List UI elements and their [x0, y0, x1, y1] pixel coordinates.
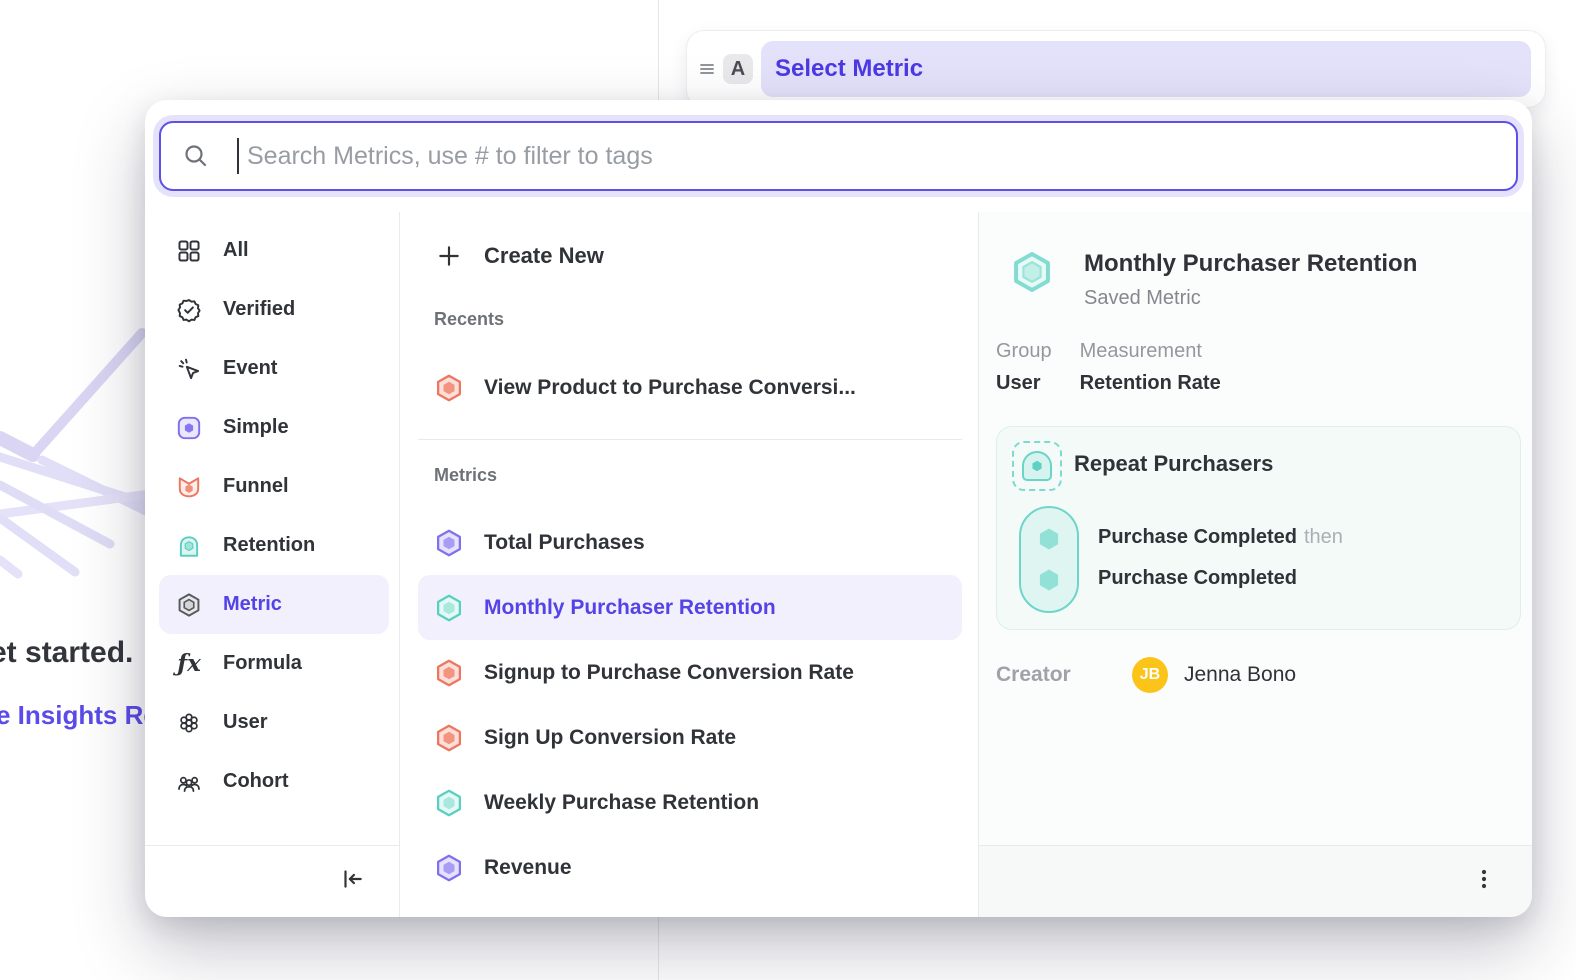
retention-metric-icon: [434, 788, 464, 818]
measurement-field: Measurement Retention Rate: [1080, 340, 1221, 395]
funnel-metric-icon: [434, 723, 464, 753]
metric-item-label: Signup to Purchase Conversion Rate: [484, 661, 854, 685]
sidebar-item-simple[interactable]: Simple: [159, 398, 389, 457]
metric-item-revenue[interactable]: Revenue: [418, 835, 962, 900]
creator-name: Jenna Bono: [1184, 663, 1296, 687]
details-title: Monthly Purchaser Retention: [1084, 250, 1417, 278]
retention-metric-icon: [174, 533, 204, 559]
simple-metric-icon: [434, 853, 464, 883]
cursor-click-icon: [174, 356, 204, 382]
sidebar-item-metric[interactable]: Metric: [159, 575, 389, 634]
sidebar-item-retention[interactable]: Retention: [159, 516, 389, 575]
group-value: User: [996, 372, 1052, 395]
metric-row-card: A Select Metric: [686, 30, 1546, 108]
recent-metric-item[interactable]: View Product to Purchase Conversi...: [418, 356, 962, 420]
metric-list-column: Create New Recents View Product to Purch…: [400, 212, 978, 917]
sidebar-item-label: Event: [223, 357, 277, 380]
drag-handle-icon[interactable]: [697, 58, 717, 80]
sidebar-item-label: Formula: [223, 652, 302, 675]
details-subtitle: Saved Metric: [1084, 287, 1417, 310]
search-icon: [181, 141, 211, 171]
metric-definition-card: Repeat Purchasers Purchase Completedthen…: [996, 426, 1521, 630]
metric-item-label: Revenue: [484, 856, 572, 880]
simple-metric-icon: [174, 415, 204, 441]
creator-label: Creator: [996, 663, 1132, 687]
more-options-kebab-icon[interactable]: [1472, 867, 1496, 896]
metric-item-sign-up-conversion-rate[interactable]: Sign Up Conversion Rate: [418, 705, 962, 770]
sidebar-item-label: Simple: [223, 416, 289, 439]
grid-icon: [174, 238, 204, 264]
select-metric-label: Select Metric: [775, 55, 923, 83]
retention-steps-capsule: [1019, 506, 1079, 613]
select-metric-button[interactable]: Select Metric: [761, 41, 1531, 97]
retention-metric-icon: [434, 593, 464, 623]
funnel-metric-icon: [434, 658, 464, 688]
metric-hexagon-icon: [174, 592, 204, 618]
metric-item-monthly-purchaser-retention[interactable]: Monthly Purchaser Retention: [418, 575, 962, 640]
list-section-divider: [418, 439, 962, 440]
sidebar-item-label: Cohort: [223, 770, 289, 793]
verified-badge-icon: [174, 297, 204, 323]
metric-item-label: Monthly Purchaser Retention: [484, 596, 776, 620]
sidebar-item-funnel[interactable]: Funnel: [159, 457, 389, 516]
sidebar-item-label: User: [223, 711, 267, 734]
definition-step-2: Purchase Completed: [1098, 567, 1343, 591]
user-cluster-icon: [174, 710, 204, 736]
group-label: Group: [996, 340, 1052, 363]
retention-metric-large-icon: [1010, 250, 1054, 299]
definition-title: Repeat Purchasers: [1074, 451, 1273, 477]
sidebar-item-cohort[interactable]: Cohort: [159, 752, 389, 811]
sidebar-item-label: Verified: [223, 298, 295, 321]
background-link-fragment[interactable]: e Insights Re: [0, 700, 158, 731]
funnel-metric-icon: [434, 373, 464, 403]
formula-fx-icon: ƒx: [174, 652, 204, 675]
sidebar-item-label: Funnel: [223, 475, 289, 498]
recent-metric-label: View Product to Purchase Conversi...: [484, 376, 856, 400]
sidebar-item-all[interactable]: All: [159, 221, 389, 280]
metric-item-signup-to-purchase-conversion-rate[interactable]: Signup to Purchase Conversion Rate: [418, 640, 962, 705]
metric-item-label: Sign Up Conversion Rate: [484, 726, 736, 750]
background-chart-decoration: [0, 322, 160, 612]
step-hexagon-icon: [1035, 525, 1063, 553]
background-heading-fragment: et started.: [0, 636, 133, 670]
metric-item-label: Total Purchases: [484, 531, 645, 555]
measurement-label: Measurement: [1080, 340, 1221, 363]
search-input[interactable]: [245, 141, 1496, 172]
plus-icon: [434, 243, 464, 269]
group-field: Group User: [996, 340, 1052, 395]
metric-item-total-purchases[interactable]: Total Purchases: [418, 510, 962, 575]
recents-heading: Recents: [434, 309, 978, 333]
sidebar-item-label: Metric: [223, 593, 282, 616]
metric-details-panel: Monthly Purchaser Retention Saved Metric…: [978, 212, 1532, 917]
sidebar-item-event[interactable]: Event: [159, 339, 389, 398]
creator-row: Creator JB Jenna Bono: [996, 657, 1296, 693]
metric-picker-modal: All Verified Event: [145, 100, 1532, 917]
sidebar-item-label: All: [223, 239, 249, 262]
measurement-value: Retention Rate: [1080, 372, 1221, 395]
step-hexagon-icon: [1035, 566, 1063, 594]
cohort-people-icon: [174, 769, 204, 795]
sidebar-item-label: Retention: [223, 534, 315, 557]
then-connector: then: [1304, 526, 1343, 548]
metrics-heading: Metrics: [434, 465, 978, 489]
text-cursor: [237, 138, 239, 174]
type-filter-sidebar: All Verified Event: [145, 212, 400, 917]
sidebar-item-formula[interactable]: ƒx Formula: [159, 634, 389, 693]
metric-item-weekly-purchase-retention[interactable]: Weekly Purchase Retention: [418, 770, 962, 835]
creator-avatar: JB: [1132, 657, 1168, 693]
sidebar-footer: [145, 845, 399, 917]
collapse-sidebar-icon[interactable]: [339, 866, 365, 897]
metric-item-label: Weekly Purchase Retention: [484, 791, 759, 815]
simple-metric-icon: [434, 528, 464, 558]
retention-definition-icon: [1012, 441, 1062, 491]
metric-search-box[interactable]: [159, 121, 1518, 191]
series-letter-badge: A: [723, 54, 753, 84]
create-new-label: Create New: [484, 243, 604, 269]
create-new-button[interactable]: Create New: [418, 228, 962, 284]
funnel-metric-icon: [174, 474, 204, 500]
sidebar-item-user[interactable]: User: [159, 693, 389, 752]
definition-step-1: Purchase Completedthen: [1098, 526, 1343, 550]
sidebar-item-verified[interactable]: Verified: [159, 280, 389, 339]
details-footer: [979, 845, 1532, 917]
